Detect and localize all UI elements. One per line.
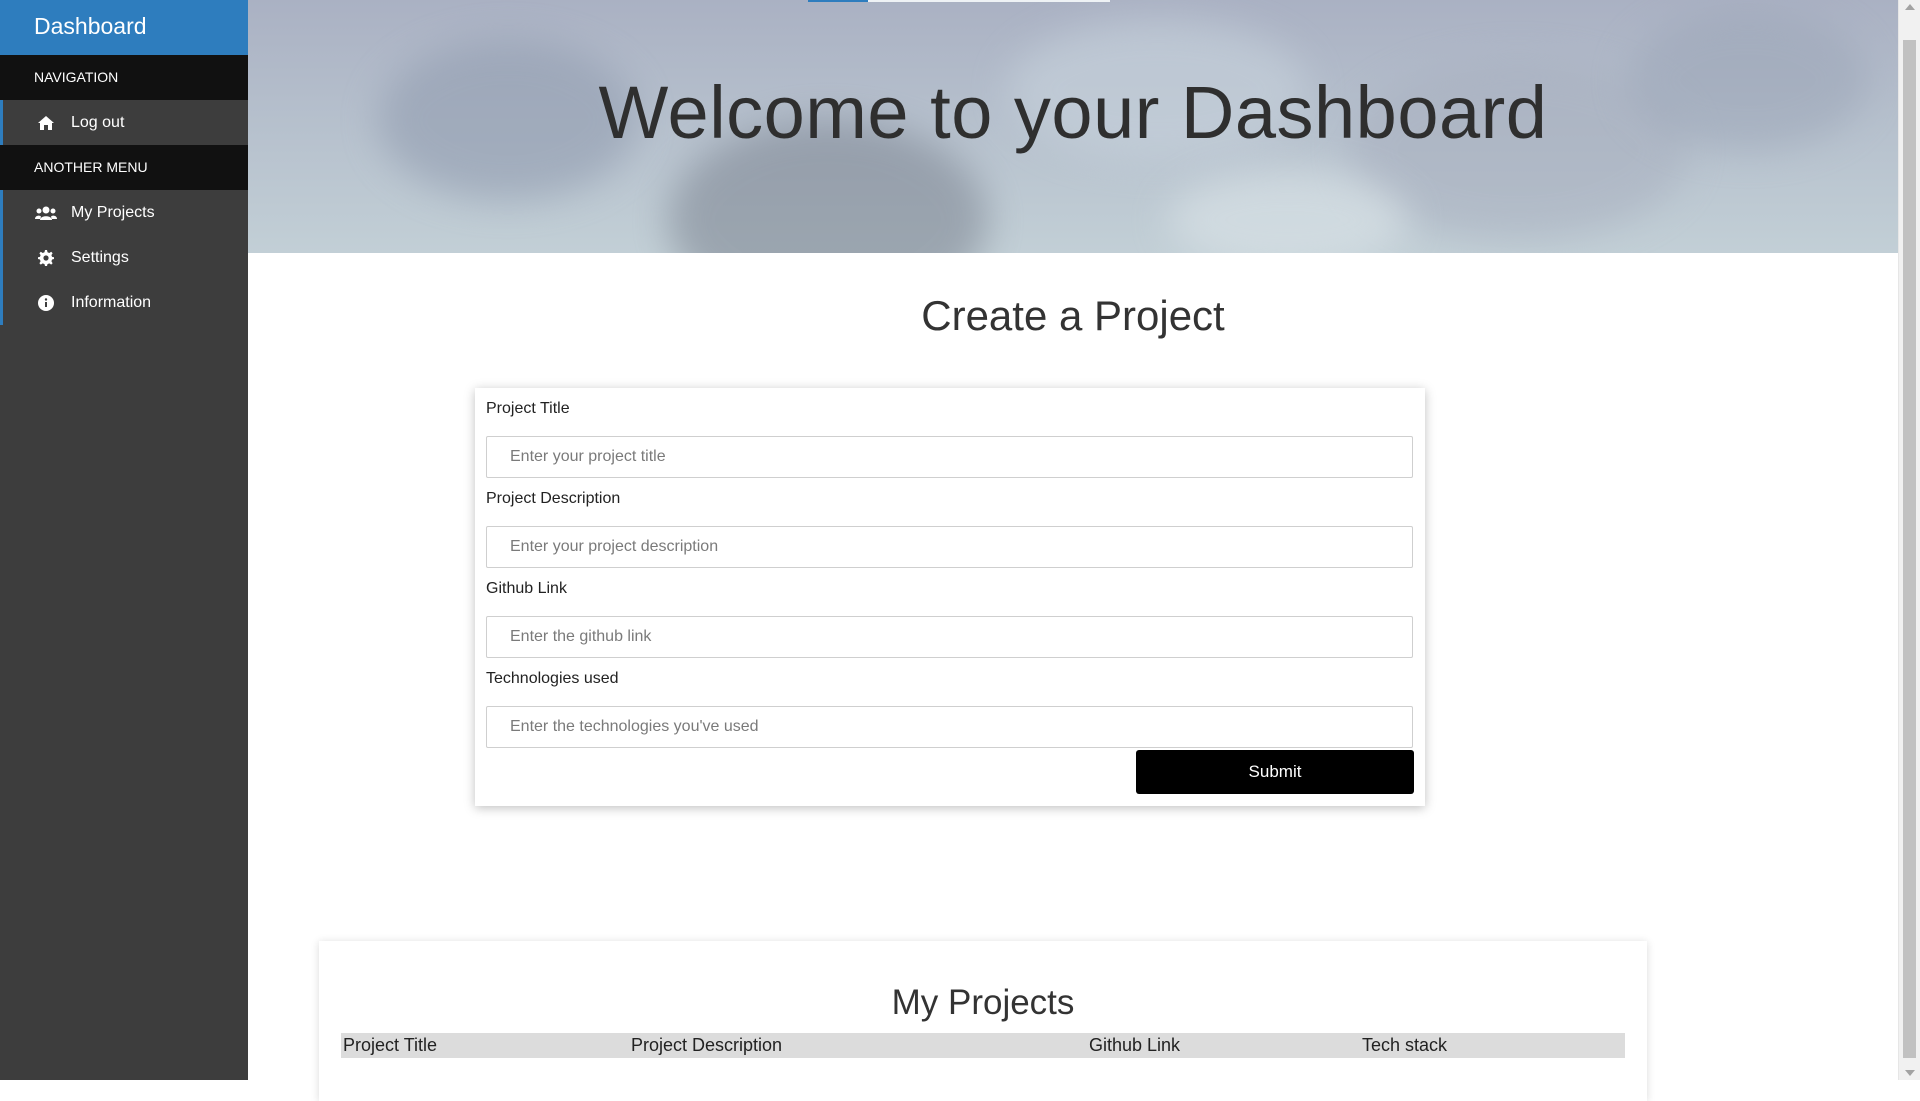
sidebar-item-label: My Projects bbox=[71, 203, 155, 221]
my-projects-title: My Projects bbox=[891, 983, 1075, 1022]
info-icon bbox=[35, 294, 57, 311]
home-icon bbox=[35, 115, 57, 131]
sidebar-item-information[interactable]: Information bbox=[0, 280, 248, 325]
submit-button[interactable]: Submit bbox=[1136, 750, 1414, 794]
sidebar-item-label: Log out bbox=[71, 113, 125, 131]
page-title: Welcome to your Dashboard bbox=[598, 71, 1548, 154]
sidebar-item-settings[interactable]: Settings bbox=[0, 235, 248, 280]
project-description-input[interactable] bbox=[486, 526, 1413, 568]
sidebar-item-label: Information bbox=[71, 293, 152, 311]
users-icon bbox=[35, 205, 57, 221]
sidebar-brand[interactable]: Dashboard bbox=[0, 0, 248, 55]
scroll-up-arrow-icon[interactable] bbox=[1905, 4, 1915, 10]
scroll-thumb[interactable] bbox=[1903, 40, 1916, 1058]
projects-table: Project Title Project Description Github… bbox=[341, 1033, 1625, 1058]
sidebar-item-my-projects[interactable]: My Projects bbox=[0, 190, 248, 235]
table-header-row: Project Title Project Description Github… bbox=[341, 1033, 1625, 1058]
form-group-technologies: Technologies used bbox=[486, 668, 1414, 748]
main-content: Welcome to your Dashboard Create a Proje… bbox=[248, 0, 1898, 1101]
hero-accent-bar bbox=[808, 0, 868, 2]
technologies-input[interactable] bbox=[486, 706, 1413, 748]
hero-accent-bar bbox=[868, 0, 1110, 2]
technologies-label: Technologies used bbox=[486, 670, 619, 687]
column-header-project-description[interactable]: Project Description bbox=[629, 1033, 1087, 1058]
column-header-tech-stack[interactable]: Tech stack bbox=[1360, 1033, 1625, 1058]
scroll-down-arrow-icon[interactable] bbox=[1905, 1070, 1915, 1076]
section-header-navigation: NAVIGATION bbox=[0, 55, 248, 100]
create-project-form: Project Title Project Description Github… bbox=[475, 388, 1425, 806]
project-title-input[interactable] bbox=[486, 436, 1413, 478]
form-group-github: Github Link bbox=[486, 578, 1414, 658]
project-title-label: Project Title bbox=[486, 400, 570, 417]
sidebar-item-label: Settings bbox=[71, 248, 129, 266]
github-link-label: Github Link bbox=[486, 580, 567, 597]
hero-banner: Welcome to your Dashboard bbox=[248, 0, 1898, 253]
gear-icon bbox=[35, 249, 57, 266]
section-header-another-menu: ANOTHER MENU bbox=[0, 145, 248, 190]
sidebar-item-logout[interactable]: Log out bbox=[0, 100, 248, 145]
project-description-label: Project Description bbox=[486, 490, 621, 507]
column-header-project-title[interactable]: Project Title bbox=[341, 1033, 629, 1058]
column-header-github-link[interactable]: Github Link bbox=[1087, 1033, 1360, 1058]
my-projects-card: My Projects Project Title Project Descri… bbox=[319, 941, 1647, 1101]
vertical-scrollbar[interactable] bbox=[1898, 0, 1920, 1080]
github-link-input[interactable] bbox=[486, 616, 1413, 658]
create-project-title: Create a Project bbox=[921, 292, 1225, 339]
form-group-title: Project Title bbox=[486, 398, 1414, 478]
form-group-description: Project Description bbox=[486, 488, 1414, 568]
sidebar: Dashboard NAVIGATION Log out ANOTHER MEN… bbox=[0, 0, 248, 1080]
